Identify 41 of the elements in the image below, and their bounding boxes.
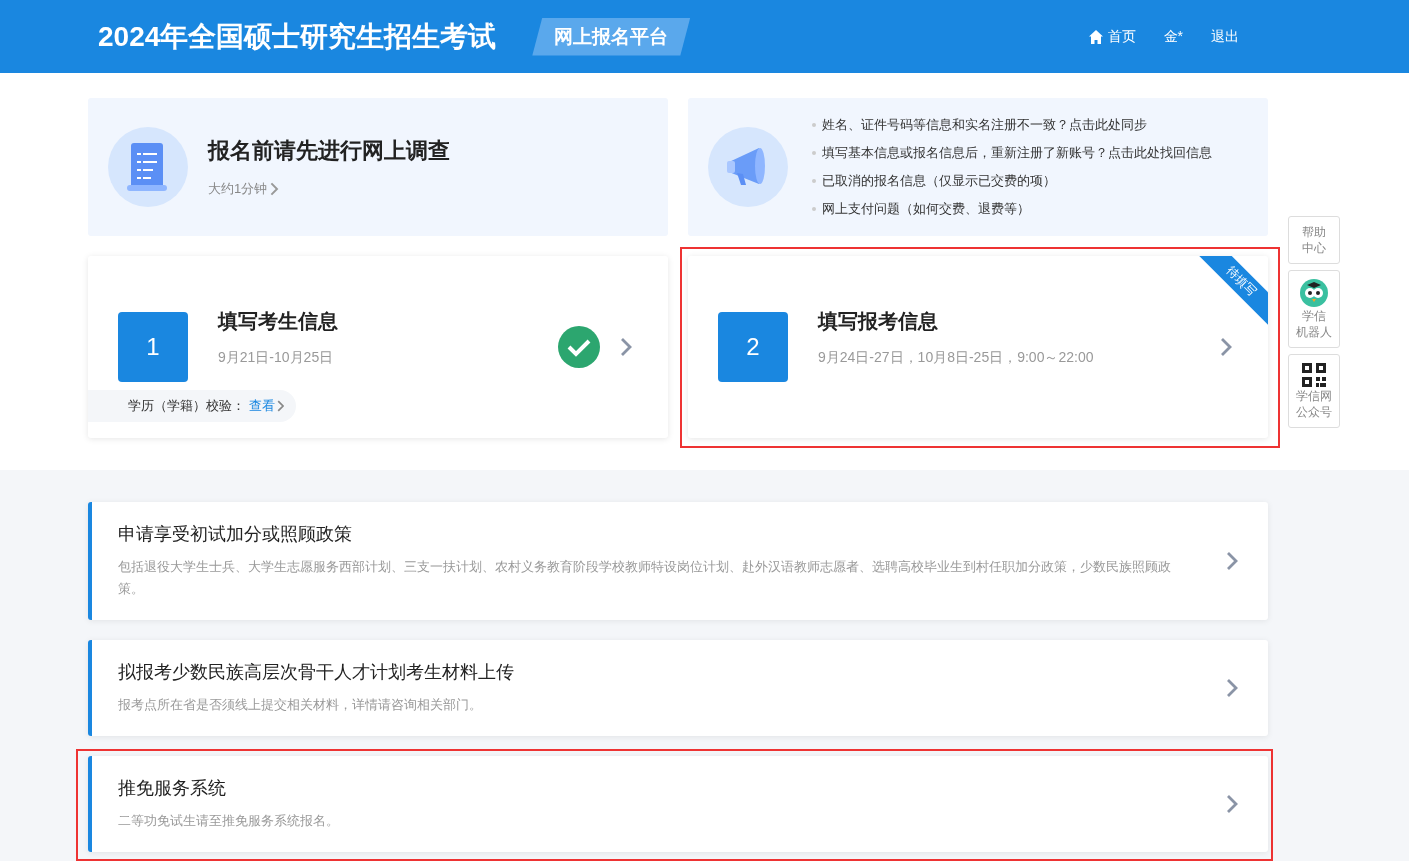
service-description: 报考点所在省是否须线上提交相关材料，详情请咨询相关部门。 <box>118 696 483 714</box>
chevron-right-icon <box>1220 337 1232 357</box>
home-icon <box>1087 28 1104 45</box>
chevron-right-icon <box>1226 794 1238 814</box>
side-tool-button[interactable]: 学信 机器人 <box>1288 270 1340 348</box>
notice-link[interactable]: 已取消的报名信息（仅显示已交费的项） <box>812 172 1212 190</box>
owl-mascot-icon <box>1299 278 1329 308</box>
service-title: 推免服务系统 <box>118 777 227 800</box>
step-title: 填写报考信息 <box>818 308 939 334</box>
status-ribbon: 待填写 <box>1198 256 1268 326</box>
chevron-right-icon <box>277 400 285 412</box>
nav-link[interactable]: 退出 <box>1211 27 1239 46</box>
chevron-right-icon <box>1226 551 1238 571</box>
notice-link[interactable]: 姓名、证件号码等信息和实名注册不一致？点击此处同步 <box>812 116 1212 134</box>
step-dates: 9月21日-10月25日 <box>218 348 335 367</box>
notice-link[interactable]: 网上支付问题（如何交费、退费等） <box>812 200 1212 218</box>
step-card[interactable]: 2 填写报考信息 9月24日-27日，10月8日-25日，9:00～22:00 待填写 <box>688 256 1268 438</box>
site-title: 2024年全国硕士研究生招生考试 <box>98 19 497 54</box>
chevron-right-icon <box>1226 678 1238 698</box>
survey-title: 报名前请先进行网上调查 <box>208 137 450 165</box>
home-link[interactable]: 首页 <box>1087 27 1136 46</box>
nav-link[interactable]: 金* <box>1163 27 1183 46</box>
chevron-right-icon <box>270 182 279 196</box>
view-link[interactable]: 查看 <box>249 397 285 415</box>
service-title: 拟报考少数民族高层次骨干人才计划考生材料上传 <box>118 661 515 684</box>
step-number: 1 <box>118 312 188 382</box>
service-description: 二等功免试生请至推免服务系统报名。 <box>118 812 340 830</box>
qr-code-icon <box>1301 362 1327 388</box>
step-dates: 9月24日-27日，10月8日-25日，9:00～22:00 <box>818 348 1094 367</box>
platform-label: 网上报名平台 <box>532 17 691 56</box>
side-tool-button[interactable]: 学信网 公众号 <box>1288 354 1340 428</box>
step-number: 2 <box>718 312 788 382</box>
notice-link[interactable]: 填写基本信息或报名信息后，重新注册了新账号？点击此处找回信息 <box>812 144 1212 162</box>
step-card[interactable]: 1 填写考生信息 9月21日-10月25日 学历（学籍）校验： 查看 <box>88 256 668 438</box>
step-title: 填写考生信息 <box>218 308 338 334</box>
side-tool-button[interactable]: 帮助 中心 <box>1288 216 1340 264</box>
service-card[interactable]: 推免服务系统 二等功免试生请至推免服务系统报名。 <box>88 756 1268 852</box>
chevron-right-icon <box>620 337 632 357</box>
service-title: 申请享受初试加分或照顾政策 <box>118 523 353 546</box>
service-card[interactable]: 拟报考少数民族高层次骨干人才计划考生材料上传 报考点所在省是否须线上提交相关材料，详情请咨询相关部门。 <box>88 640 1268 736</box>
note-label: 学历（学籍）校验： <box>128 397 245 415</box>
